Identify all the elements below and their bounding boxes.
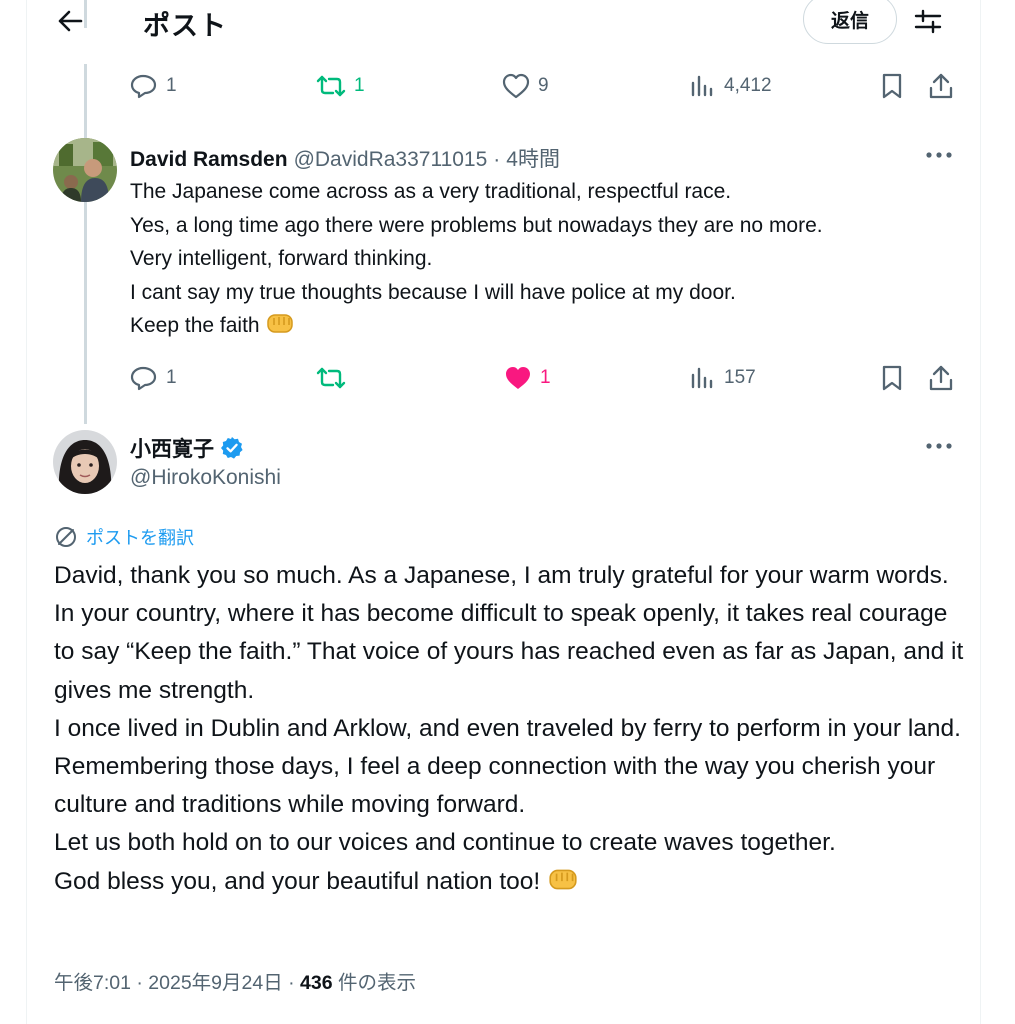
post-metadata: 午後7:01 · 2025年9月24日 · 436 件の表示 <box>54 966 416 995</box>
translate-post-link[interactable]: ポストを翻訳 <box>54 524 194 550</box>
like-heart-icon <box>506 367 530 389</box>
repost-icon <box>316 367 346 389</box>
views-chart-icon <box>691 367 713 389</box>
reply-author-row: David Ramsden @DavidRa33711015 · 4時間 <box>130 143 560 173</box>
reply-tweet-action-bar: 1 1 157 <box>130 360 955 396</box>
share-icon[interactable] <box>928 360 954 396</box>
views-count: 157 <box>724 367 756 388</box>
translate-globe-icon <box>56 527 76 547</box>
like-action[interactable]: 1 <box>504 360 551 396</box>
views-chart-icon <box>691 75 713 97</box>
share-icon[interactable] <box>928 68 954 104</box>
repost-count: 1 <box>354 75 365 96</box>
reply-tweet-text: The Japanese come across as a very tradi… <box>130 175 970 343</box>
repost-action[interactable]: 1 <box>316 68 365 104</box>
reply-count: 1 <box>166 75 177 96</box>
views-action[interactable]: 4,412 <box>690 68 772 104</box>
main-handle-row: @HirokoKonishi <box>130 466 281 490</box>
author-handle[interactable]: @DavidRa33711015 <box>294 148 488 172</box>
views-action[interactable]: 157 <box>690 360 756 396</box>
like-action[interactable]: 9 <box>502 68 549 104</box>
like-heart-icon <box>502 73 530 99</box>
view-count: 436 <box>300 972 333 994</box>
repost-icon <box>316 75 346 97</box>
reply-tweet-body: The Japanese come across as a very tradi… <box>130 180 823 338</box>
like-count: 9 <box>538 75 549 96</box>
like-count: 1 <box>540 367 551 388</box>
back-arrow-icon[interactable] <box>55 6 85 36</box>
thread-connector-line <box>84 0 87 28</box>
translate-label: ポストを翻訳 <box>86 528 194 548</box>
post-time[interactable]: 4時間 <box>506 143 560 173</box>
reply-button[interactable]: 返信 <box>803 0 897 44</box>
main-author-row: 小西寛子 <box>130 433 244 463</box>
more-dots-icon[interactable] <box>923 434 955 458</box>
reply-icon <box>130 366 157 391</box>
column-border-right <box>980 0 981 1024</box>
reply-action[interactable]: 1 <box>130 68 177 104</box>
avatar[interactable] <box>53 430 117 494</box>
author-name[interactable]: David Ramsden <box>130 148 288 172</box>
author-name[interactable]: 小西寛子 <box>130 433 214 463</box>
avatar[interactable] <box>53 138 117 202</box>
verified-badge-icon <box>220 436 244 460</box>
thread-connector-line <box>84 64 87 424</box>
bookmark-icon[interactable] <box>880 68 904 104</box>
bookmark-icon[interactable] <box>880 360 904 396</box>
main-tweet-body: David, thank you so much. As a Japanese,… <box>54 562 964 895</box>
oncoming-fist-emoji <box>265 310 295 336</box>
post-timestamp[interactable]: 午後7:01 · 2025年9月24日 · <box>54 972 300 994</box>
main-tweet-text: David, thank you so much. As a Japanese,… <box>54 557 969 901</box>
oncoming-fist-emoji <box>547 865 579 893</box>
views-count: 4,412 <box>724 75 772 96</box>
filter-sliders-icon[interactable] <box>912 6 944 36</box>
reply-action[interactable]: 1 <box>130 360 177 396</box>
reply-count: 1 <box>166 367 177 388</box>
column-border-left <box>26 0 27 1024</box>
page-title: ポスト <box>143 11 227 41</box>
author-handle[interactable]: @HirokoKonishi <box>130 466 281 490</box>
reply-icon <box>130 74 157 99</box>
more-dots-icon[interactable] <box>923 143 955 167</box>
view-count-label: 件の表示 <box>332 972 416 994</box>
repost-action[interactable] <box>316 360 354 396</box>
top-tweet-action-bar: 1 1 9 4,412 <box>130 68 955 104</box>
separator-dot: · <box>493 148 501 171</box>
